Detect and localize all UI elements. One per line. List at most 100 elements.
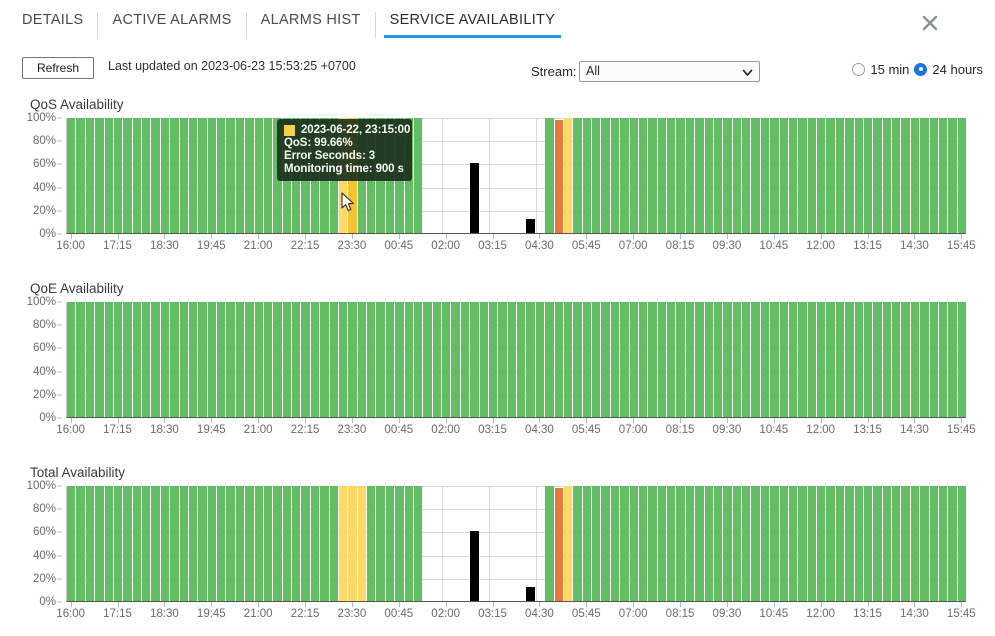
chart-bar[interactable] bbox=[620, 486, 628, 601]
chart-bar[interactable] bbox=[301, 486, 309, 601]
chart-bar[interactable] bbox=[226, 302, 234, 417]
chart-bar[interactable] bbox=[67, 302, 75, 417]
chart-bar[interactable] bbox=[658, 302, 666, 417]
tab-active-alarms[interactable]: ACTIVE ALARMS bbox=[97, 12, 245, 38]
chart-bar[interactable] bbox=[864, 486, 872, 601]
chart-bar[interactable] bbox=[695, 118, 703, 233]
chart-bar[interactable] bbox=[789, 302, 797, 417]
chart-bar[interactable] bbox=[695, 486, 703, 601]
chart-bar[interactable] bbox=[461, 302, 469, 417]
chart-bar[interactable] bbox=[339, 486, 347, 601]
chart-bar[interactable] bbox=[901, 118, 909, 233]
chart-bar[interactable] bbox=[658, 486, 666, 601]
chart-bar[interactable] bbox=[330, 118, 338, 233]
plot-area[interactable] bbox=[66, 118, 966, 234]
chart-bar[interactable] bbox=[255, 302, 263, 417]
chart-bar[interactable] bbox=[226, 486, 234, 601]
chart-bar[interactable] bbox=[817, 486, 825, 601]
chart-bar[interactable] bbox=[930, 118, 938, 233]
chart-bar[interactable] bbox=[245, 486, 253, 601]
chart-bar[interactable] bbox=[958, 118, 966, 233]
chart-bar[interactable] bbox=[526, 219, 534, 233]
chart-bar[interactable] bbox=[583, 486, 591, 601]
chart-bar[interactable] bbox=[348, 486, 356, 601]
chart-bar[interactable] bbox=[255, 118, 263, 233]
chart-bar[interactable] bbox=[123, 302, 131, 417]
chart-bar[interactable] bbox=[630, 118, 638, 233]
chart-bar[interactable] bbox=[105, 118, 113, 233]
chart-bar[interactable] bbox=[667, 118, 675, 233]
chart-bar[interactable] bbox=[733, 486, 741, 601]
chart-bar[interactable] bbox=[273, 486, 281, 601]
chart-bar[interactable] bbox=[320, 486, 328, 601]
chart-bar[interactable] bbox=[395, 118, 403, 233]
chart-bar[interactable] bbox=[639, 486, 647, 601]
chart-bar[interactable] bbox=[245, 118, 253, 233]
chart-bar[interactable] bbox=[330, 302, 338, 417]
chart-bar[interactable] bbox=[95, 302, 103, 417]
chart-bar[interactable] bbox=[676, 486, 684, 601]
chart-bar[interactable] bbox=[414, 302, 422, 417]
chart-bar[interactable] bbox=[873, 302, 881, 417]
chart-bar[interactable] bbox=[676, 118, 684, 233]
chart-bar[interactable] bbox=[639, 118, 647, 233]
chart-bar[interactable] bbox=[405, 118, 413, 233]
chart-bar[interactable] bbox=[873, 118, 881, 233]
chart-bar[interactable] bbox=[611, 118, 619, 233]
chart-bar[interactable] bbox=[114, 118, 122, 233]
chart-bar[interactable] bbox=[573, 118, 581, 233]
chart-bar[interactable] bbox=[170, 302, 178, 417]
tab-details[interactable]: DETAILS bbox=[18, 12, 97, 38]
chart-bar[interactable] bbox=[630, 302, 638, 417]
chart-bar[interactable] bbox=[798, 118, 806, 233]
chart-bar[interactable] bbox=[105, 486, 113, 601]
chart-bar[interactable] bbox=[667, 486, 675, 601]
chart-bar[interactable] bbox=[245, 302, 253, 417]
chart-bar[interactable] bbox=[705, 486, 713, 601]
chart-bar[interactable] bbox=[114, 302, 122, 417]
chart-bar[interactable] bbox=[948, 118, 956, 233]
chart-bar[interactable] bbox=[86, 302, 94, 417]
chart-bar[interactable] bbox=[67, 118, 75, 233]
chart-bar[interactable] bbox=[301, 118, 309, 233]
chart-bar[interactable] bbox=[939, 118, 947, 233]
chart-bar[interactable] bbox=[845, 302, 853, 417]
chart-bar[interactable] bbox=[339, 302, 347, 417]
chart-bar[interactable] bbox=[864, 302, 872, 417]
chart-bar[interactable] bbox=[564, 302, 572, 417]
chart-bar[interactable] bbox=[114, 486, 122, 601]
chart-bar[interactable] bbox=[555, 488, 563, 601]
chart-bar[interactable] bbox=[217, 118, 225, 233]
chart-bar[interactable] bbox=[545, 302, 553, 417]
chart-bar[interactable] bbox=[751, 118, 759, 233]
chart-bar[interactable] bbox=[920, 302, 928, 417]
chart-bar[interactable] bbox=[798, 486, 806, 601]
chart-bar[interactable] bbox=[414, 486, 422, 601]
plot-area[interactable] bbox=[66, 302, 966, 418]
chart-bar[interactable] bbox=[142, 302, 150, 417]
chart-bar[interactable] bbox=[808, 302, 816, 417]
chart-bar[interactable] bbox=[930, 302, 938, 417]
radio-icon[interactable] bbox=[852, 63, 865, 76]
chart-bar[interactable] bbox=[901, 486, 909, 601]
chart-bar[interactable] bbox=[639, 302, 647, 417]
chart-bar[interactable] bbox=[723, 118, 731, 233]
chart-bar[interactable] bbox=[105, 302, 113, 417]
chart-bar[interactable] bbox=[920, 486, 928, 601]
chart-bar[interactable] bbox=[189, 486, 197, 601]
chart-bar[interactable] bbox=[526, 302, 534, 417]
chart-bar[interactable] bbox=[817, 118, 825, 233]
chart-bar[interactable] bbox=[320, 118, 328, 233]
chart-bar[interactable] bbox=[583, 118, 591, 233]
chart-bar[interactable] bbox=[770, 118, 778, 233]
chart-bar[interactable] bbox=[789, 118, 797, 233]
chart-bar[interactable] bbox=[573, 486, 581, 601]
chart-bar[interactable] bbox=[911, 118, 919, 233]
chart-bar[interactable] bbox=[630, 486, 638, 601]
chart-bar[interactable] bbox=[208, 486, 216, 601]
chart-bar[interactable] bbox=[180, 118, 188, 233]
chart-bar[interactable] bbox=[311, 118, 319, 233]
chart-bar[interactable] bbox=[67, 486, 75, 601]
chart-bar[interactable] bbox=[948, 302, 956, 417]
chart-bar[interactable] bbox=[892, 302, 900, 417]
